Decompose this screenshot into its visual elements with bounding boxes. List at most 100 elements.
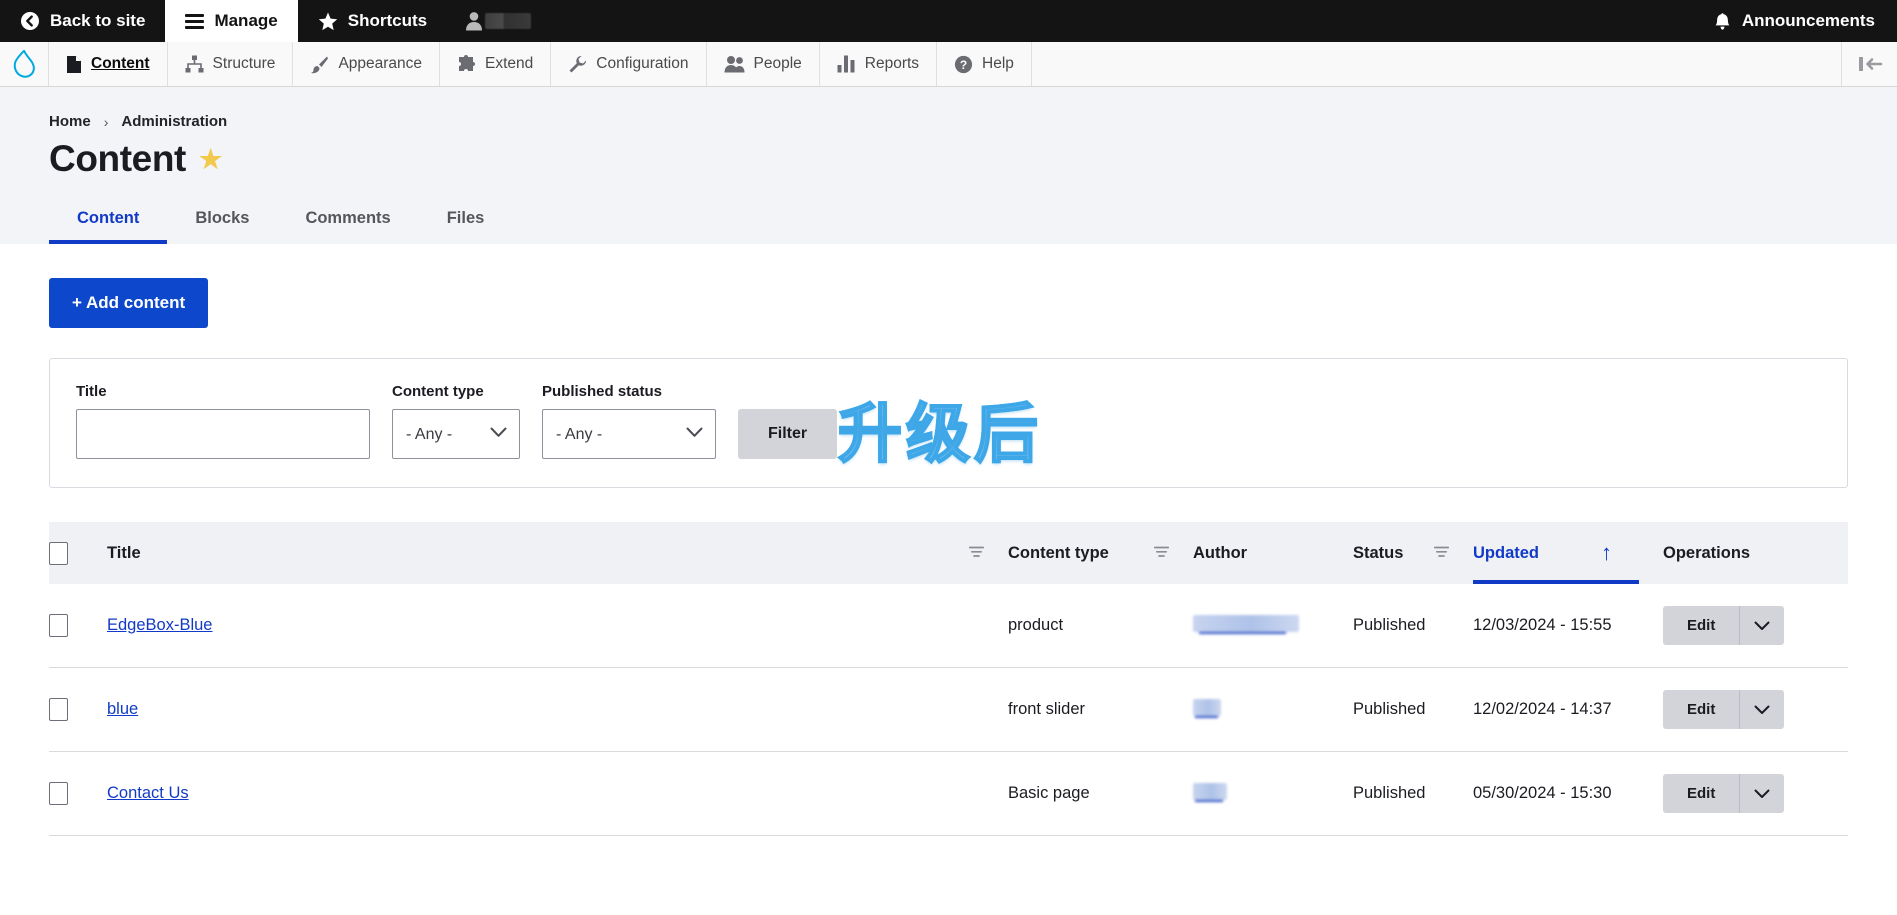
row-author-cell [1193, 751, 1353, 836]
author-redacted [1193, 614, 1299, 632]
filter-panel: Title Content type - Any - Published sta… [49, 358, 1848, 488]
question-mark-icon: ? [954, 55, 973, 74]
admin-menu-label: Reports [864, 55, 920, 72]
admin-menu-label: People [753, 55, 802, 72]
shortcuts-tab[interactable]: Shortcuts [298, 0, 447, 42]
row-checkbox[interactable] [49, 698, 68, 721]
row-operations-cell: Edit [1663, 667, 1848, 752]
admin-menu-label: Structure [212, 55, 276, 72]
content-title-link[interactable]: EdgeBox-Blue [107, 616, 213, 634]
admin-menu-item-structure[interactable]: Structure [168, 42, 294, 86]
content-type-select[interactable]: - Any - [392, 409, 520, 459]
operations-dropdown-toggle[interactable] [1740, 690, 1785, 729]
add-content-button[interactable]: + Add content [49, 278, 209, 328]
wrench-icon [568, 55, 587, 74]
announcements-button[interactable]: Announcements [1714, 0, 1897, 42]
admin-menu-item-reports[interactable]: Reports [820, 42, 938, 86]
admin-menu-item-appearance[interactable]: Appearance [293, 42, 441, 86]
content-table-body: EdgeBox-Blue product Published 12/03/202… [49, 584, 1848, 836]
operations-dropdown-toggle[interactable] [1740, 606, 1785, 645]
content-title-link[interactable]: blue [107, 700, 138, 718]
row-select-cell [49, 751, 107, 836]
edit-button[interactable]: Edit [1663, 606, 1741, 645]
title-filter-label: Title [76, 383, 107, 400]
title-filter-input[interactable] [76, 409, 370, 459]
admin-menu-label: Appearance [338, 55, 423, 72]
edit-button[interactable]: Edit [1663, 774, 1741, 813]
sort-icon[interactable] [968, 544, 985, 563]
tab-blocks[interactable]: Blocks [167, 209, 277, 244]
content-title-link[interactable]: Contact Us [107, 784, 189, 802]
row-operations-cell: Edit [1663, 584, 1848, 668]
user-account-menu[interactable] [447, 0, 549, 42]
table-row: blue front slider Published 12/02/2024 -… [49, 667, 1848, 752]
shortcuts-label: Shortcuts [347, 11, 428, 30]
row-checkbox[interactable] [49, 782, 68, 805]
filter-submit-button[interactable]: Filter [738, 409, 838, 459]
breadcrumb-administration-link[interactable]: Administration [121, 113, 227, 130]
tab-comments[interactable]: Comments [277, 209, 418, 244]
admin-menu-bar: Content Structure Appearance Extend Conf… [0, 42, 1897, 87]
row-author-cell [1193, 667, 1353, 752]
document-icon [66, 55, 82, 74]
column-header-content-type[interactable]: Content type [1008, 522, 1193, 584]
page-title: Content ★ [0, 138, 1897, 180]
admin-menu-item-configuration[interactable]: Configuration [551, 42, 707, 86]
column-header-updated[interactable]: Updated ↑ [1473, 522, 1663, 584]
back-to-site-label: Back to site [50, 11, 146, 30]
table-header-row: Title Content type Author Status Updated… [49, 522, 1848, 584]
chevron-down-icon [1754, 621, 1770, 631]
bell-icon [1714, 12, 1731, 31]
column-header-status[interactable]: Status [1353, 522, 1473, 584]
page-container: Home › Administration Content ★ Content … [0, 87, 1897, 915]
row-content-type-cell: front slider [1008, 667, 1193, 752]
manage-label: Manage [214, 11, 278, 30]
column-header-author: Author [1193, 522, 1353, 584]
content-main: + Add content Title Content type - Any - [0, 244, 1897, 836]
published-status-select[interactable]: - Any - [542, 409, 716, 459]
favorite-star-icon[interactable]: ★ [199, 144, 222, 175]
row-status-cell: Published [1353, 751, 1473, 836]
tab-files[interactable]: Files [419, 209, 513, 244]
admin-menu-item-people[interactable]: People [707, 42, 820, 86]
admin-menu-item-extend[interactable]: Extend [440, 42, 552, 86]
row-status-cell: Published [1353, 667, 1473, 752]
row-select-cell [49, 667, 107, 752]
sort-icon[interactable] [1433, 544, 1450, 563]
admin-menu-item-content[interactable]: Content [49, 42, 168, 86]
column-label-operations: Operations [1663, 543, 1751, 562]
content-type-select-wrapper: - Any - [392, 409, 520, 459]
filter-field-content-type: Content type - Any - [392, 383, 520, 459]
admin-toolbar-top: Back to site Manage Shortcuts Announceme… [0, 0, 1897, 42]
manage-tab[interactable]: Manage [165, 0, 298, 42]
tab-content[interactable]: Content [49, 209, 168, 244]
content-table: Title Content type Author Status Updated… [49, 522, 1848, 836]
author-redacted [1193, 698, 1221, 716]
column-label-author: Author [1193, 543, 1248, 562]
username-redacted [485, 13, 532, 29]
row-author-cell [1193, 584, 1353, 668]
table-row: EdgeBox-Blue product Published 12/03/202… [49, 584, 1848, 668]
breadcrumb-home-link[interactable]: Home [49, 113, 91, 130]
row-checkbox[interactable] [49, 614, 68, 637]
admin-menu-item-help[interactable]: ? Help [937, 42, 1032, 86]
column-label-content-type: Content type [1008, 543, 1109, 562]
operations-dropdown-toggle[interactable] [1740, 774, 1785, 813]
toolbar-orientation-toggle[interactable] [1842, 42, 1897, 86]
select-all-header [49, 522, 107, 584]
published-status-filter-label: Published status [542, 383, 663, 400]
back-to-site-button[interactable]: Back to site [0, 0, 165, 42]
admin-menu-label: Content [91, 55, 150, 72]
row-status-cell: Published [1353, 584, 1473, 668]
row-updated-cell: 12/02/2024 - 14:37 [1473, 667, 1663, 752]
row-title-cell: Contact Us [107, 751, 1008, 836]
sort-icon[interactable] [1153, 544, 1170, 563]
content-table-header: Title Content type Author Status Updated… [49, 522, 1848, 584]
content-type-filter-label: Content type [392, 383, 484, 400]
published-status-select-wrapper: - Any - [542, 409, 716, 459]
edit-button[interactable]: Edit [1663, 690, 1741, 729]
column-header-title[interactable]: Title [107, 522, 1008, 584]
drupal-logo[interactable] [0, 42, 49, 86]
select-all-checkbox[interactable] [49, 541, 68, 565]
